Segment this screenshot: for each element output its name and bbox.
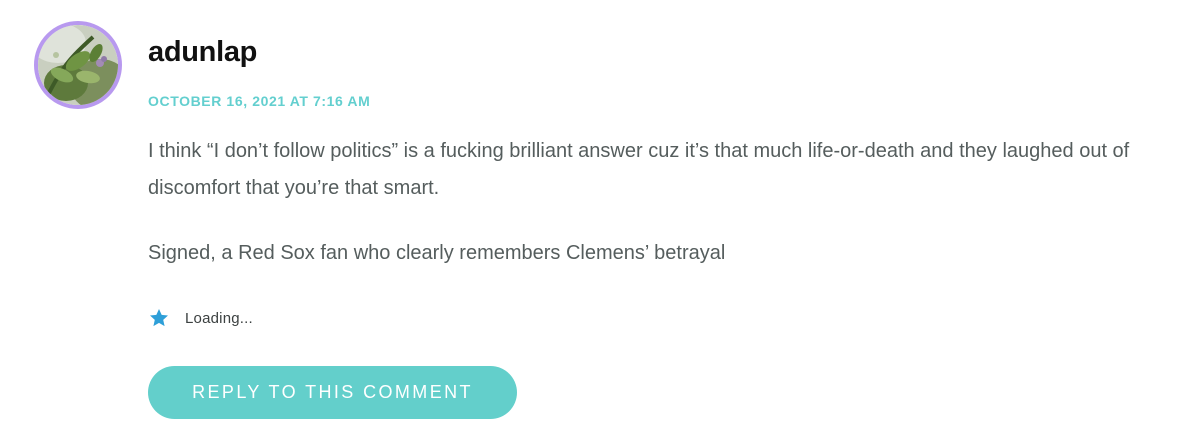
likes-widget: Loading... <box>148 306 253 330</box>
comment-paragraph: Signed, a Red Sox fan who clearly rememb… <box>148 242 726 264</box>
comment: adunlap OCTOBER 16, 2021 AT 7:16 AM I th… <box>0 0 1200 437</box>
star-icon[interactable] <box>148 307 170 329</box>
likes-loading-text: Loading... <box>185 309 253 327</box>
reply-button[interactable]: REPLY TO THIS COMMENT <box>148 366 517 419</box>
avatar-image <box>38 25 118 105</box>
comment-body: I think “I don’t follow politics” is a f… <box>148 133 1168 272</box>
avatar[interactable] <box>34 21 122 109</box>
comment-paragraph: I think “I don’t follow politics” is a f… <box>148 140 1130 199</box>
comment-date[interactable]: OCTOBER 16, 2021 AT 7:16 AM <box>148 91 370 111</box>
comment-author[interactable]: adunlap <box>148 32 257 72</box>
